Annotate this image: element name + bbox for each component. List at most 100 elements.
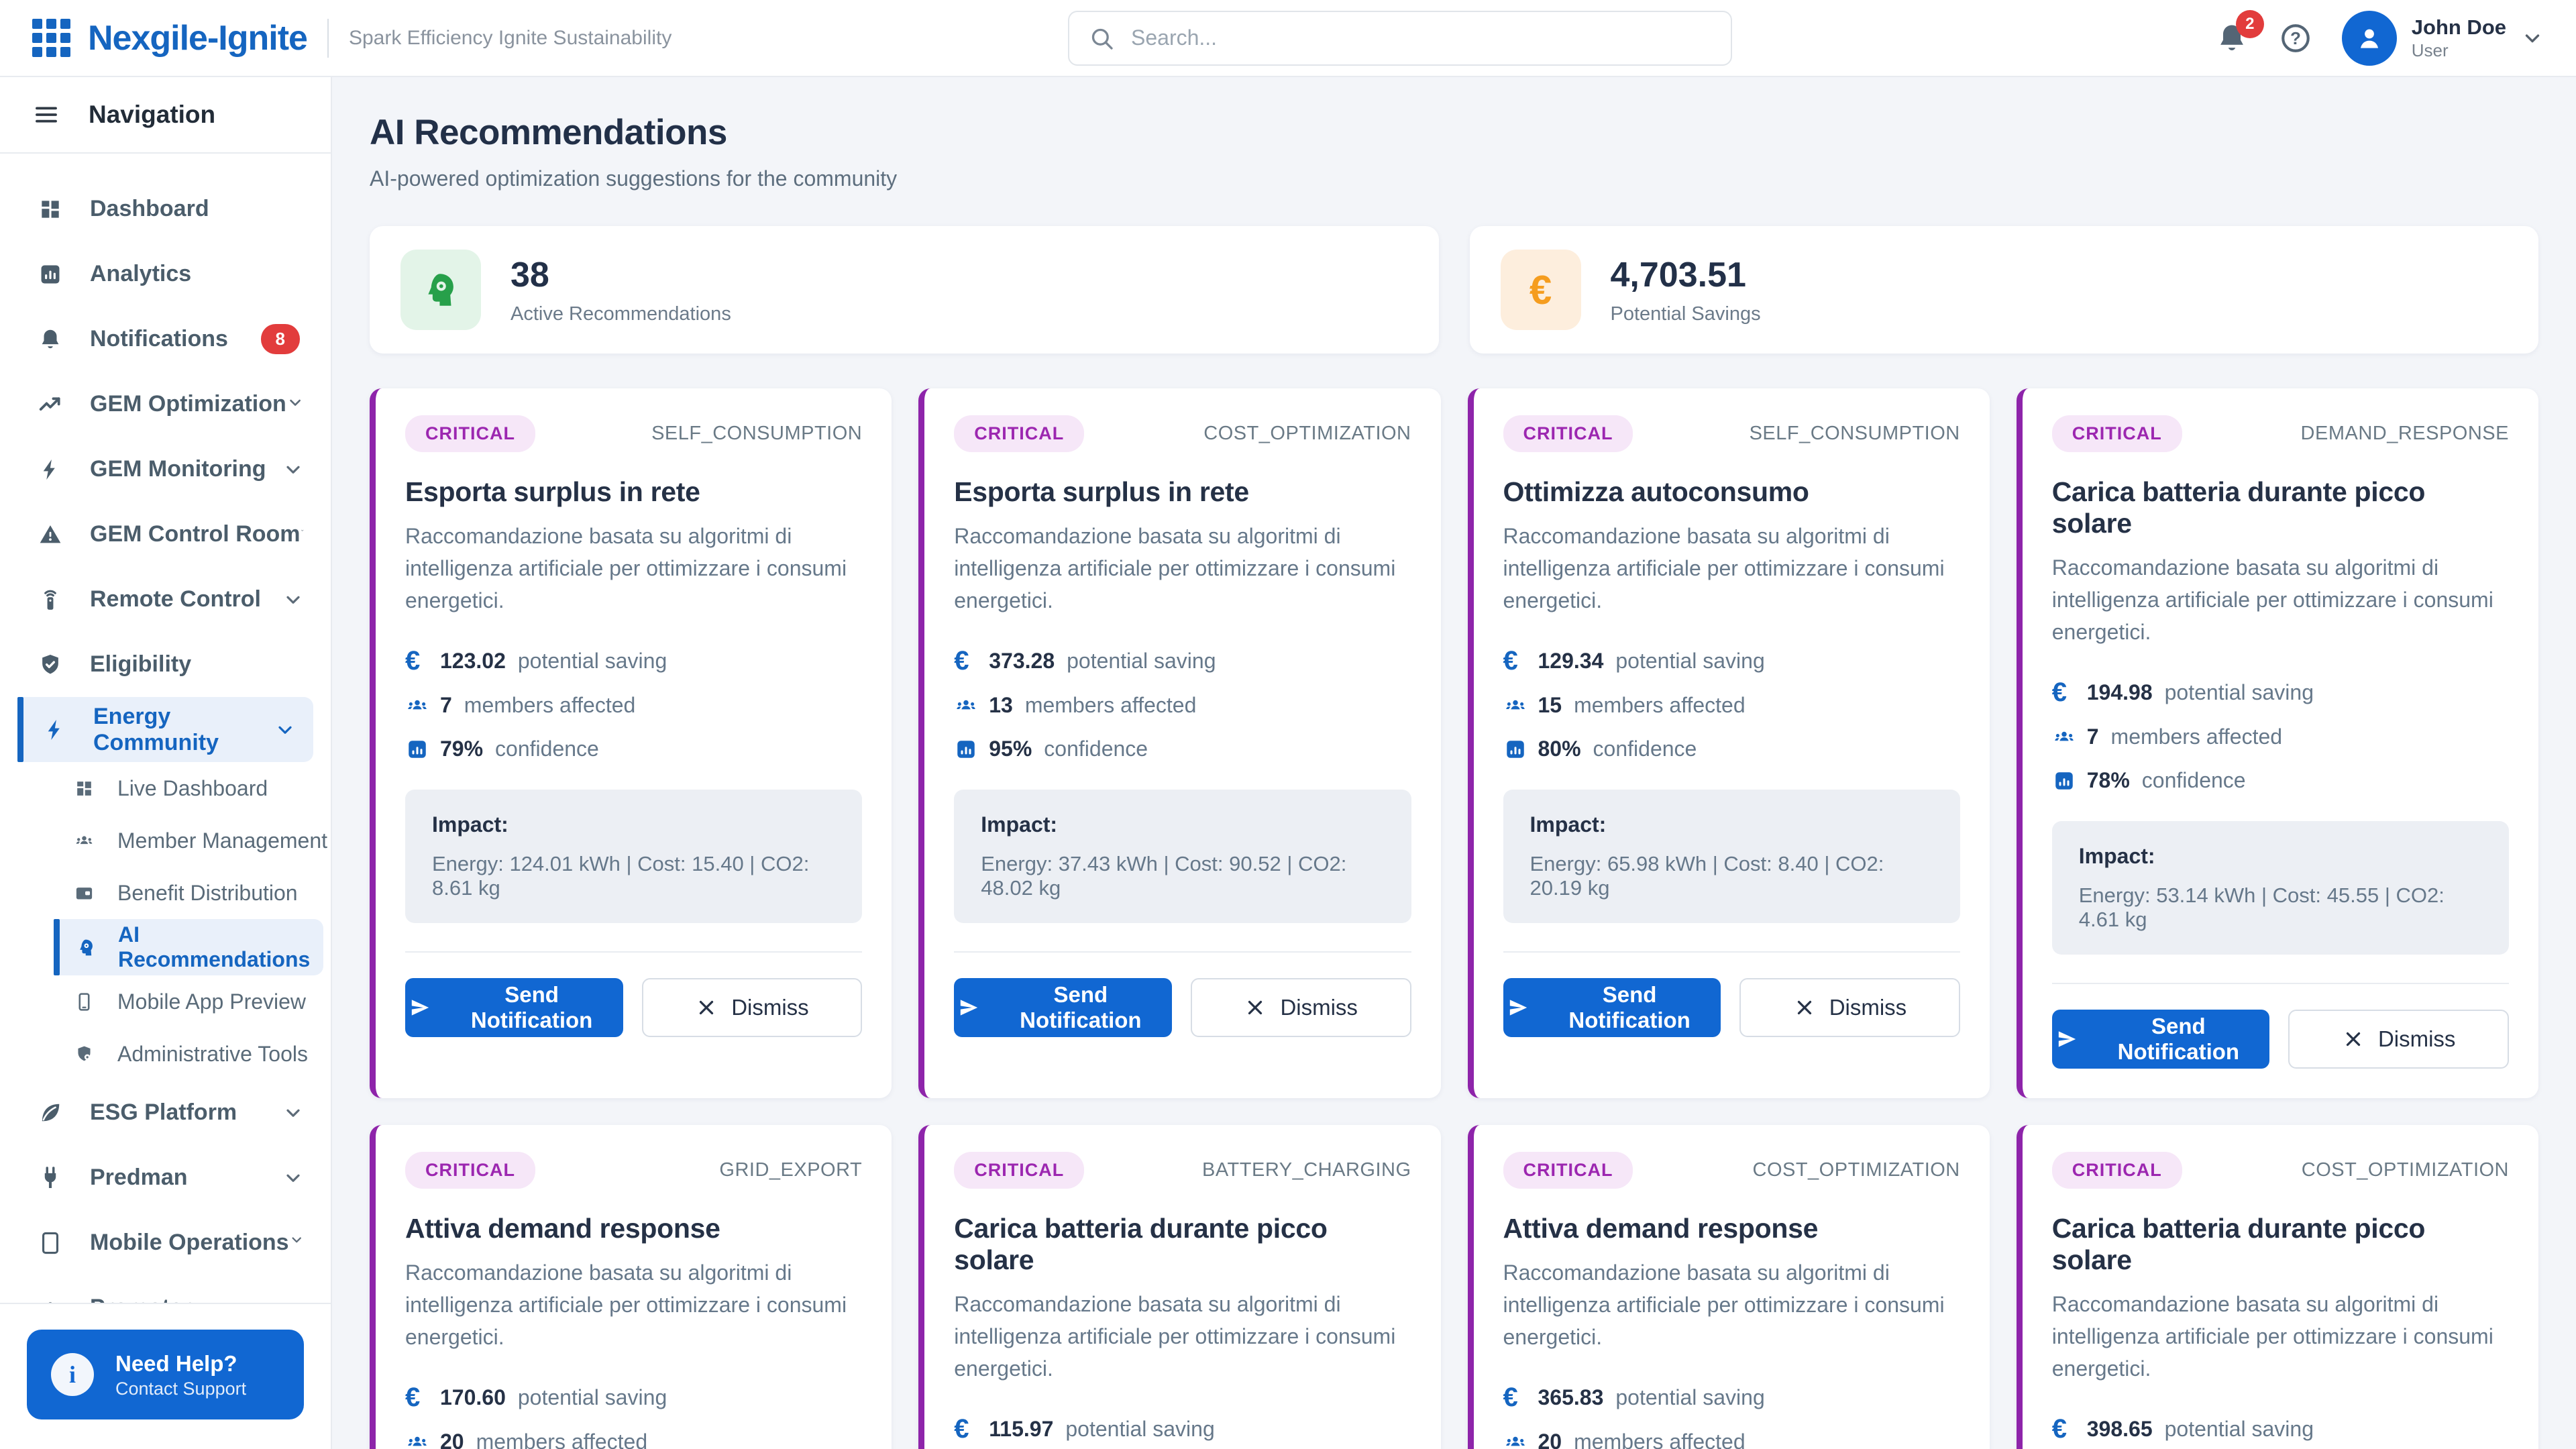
search-box[interactable] [1068, 11, 1732, 66]
recommendation-card: CRITICAL DEMAND_RESPONSE Carica batteria… [2017, 388, 2538, 1098]
saving-value: 365.83 [1538, 1385, 1604, 1410]
sidebar-subitem-label: Benefit Distribution [117, 881, 298, 906]
people-icon [954, 694, 978, 718]
bolt-icon [38, 457, 63, 482]
sidebar-item-eligibility[interactable]: Eligibility [0, 632, 331, 697]
sidebar-subitem-ai-recommendations[interactable]: AI Recommendations [54, 919, 313, 975]
members-label: members affected [1574, 693, 1746, 718]
sidebar-item-promoter[interactable]: Promoter [0, 1275, 331, 1303]
chevron-icon [282, 1167, 304, 1189]
sidebar-item-esg-platform[interactable]: ESG Platform [0, 1080, 331, 1145]
sidebar-item-predman[interactable]: Predman [0, 1145, 331, 1210]
user-menu[interactable]: John Doe User [2342, 11, 2544, 66]
send-icon [1507, 996, 1529, 1019]
members-affected-row: 15 members affected [1503, 693, 1960, 718]
confidence-value: 78% [2087, 768, 2130, 793]
send-notification-label: Send Notification [445, 982, 619, 1033]
saving-label: potential saving [1065, 1417, 1214, 1442]
plug-icon [38, 1165, 63, 1191]
sidebar-item-remote-control[interactable]: Remote Control [0, 567, 331, 632]
user-role: User [2412, 40, 2506, 61]
people-icon [1503, 694, 1527, 718]
sidebar-item-gem-monitoring[interactable]: GEM Monitoring [0, 437, 331, 502]
chevron-down-icon [2521, 27, 2544, 50]
bell-icon [38, 327, 63, 352]
category-label: COST_OPTIMIZATION [2302, 1159, 2509, 1181]
sidebar-item-gem-optimization[interactable]: GEM Optimization [0, 372, 331, 437]
dismiss-button[interactable]: Dismiss [1191, 978, 1411, 1037]
send-notification-button[interactable]: Send Notification [2052, 1010, 2270, 1069]
menu-icon[interactable] [32, 101, 60, 129]
confidence-row: 79% confidence [405, 737, 862, 761]
confidence-value: 95% [989, 737, 1032, 761]
chevron-icon [274, 719, 296, 741]
contact-support-button[interactable]: i Need Help? Contact Support [27, 1330, 304, 1419]
sidebar-item-notifications[interactable]: Notifications 8 [0, 307, 331, 372]
search-input[interactable] [1130, 25, 1712, 51]
saving-label: potential saving [1615, 649, 1764, 674]
help-card-subtitle: Contact Support [115, 1379, 246, 1399]
send-notification-label: Send Notification [1542, 982, 1717, 1033]
sidebar-item-mobile-operations[interactable]: Mobile Operations [0, 1210, 331, 1275]
sidebar-item-label: ESG Platform [90, 1099, 282, 1126]
sidebar-item-analytics[interactable]: Analytics [0, 241, 331, 307]
help-icon: ? [2279, 21, 2312, 55]
sidebar-item-gem-control-room[interactable]: GEM Control Room [0, 502, 331, 567]
severity-badge: CRITICAL [405, 1152, 535, 1189]
dismiss-label: Dismiss [2378, 1026, 2455, 1052]
sidebar-subitem-member-management[interactable]: Member Management [0, 814, 331, 867]
send-notification-button[interactable]: Send Notification [405, 978, 623, 1037]
send-icon [2056, 1028, 2078, 1051]
saving-label: potential saving [2165, 1417, 2314, 1442]
help-button[interactable]: ? [2279, 21, 2312, 55]
remote-icon [38, 587, 63, 612]
confidence-value: 79% [440, 737, 483, 761]
severity-badge: CRITICAL [1503, 1152, 1633, 1189]
send-notification-button[interactable]: Send Notification [954, 978, 1172, 1037]
bars-icon [1503, 737, 1527, 761]
sidebar-subitem-benefit-distribution[interactable]: Benefit Distribution [0, 867, 331, 919]
people-icon [38, 1295, 63, 1303]
saving-label: potential saving [2165, 680, 2314, 705]
phone-icon [74, 991, 95, 1012]
sidebar-item-label: Dashboard [90, 196, 304, 222]
notifications-bell-button[interactable]: 2 [2214, 21, 2249, 56]
sidebar-item-dashboard[interactable]: Dashboard [0, 176, 331, 241]
members-label: members affected [2111, 724, 2283, 749]
people-icon [2052, 725, 2076, 749]
potential-saving-row: € 365.83 potential saving [1503, 1384, 1960, 1411]
sidebar-subitem-label: Member Management [117, 828, 327, 853]
category-label: SELF_CONSUMPTION [651, 423, 862, 445]
category-label: DEMAND_RESPONSE [2301, 423, 2509, 445]
chevron-icon [282, 459, 304, 480]
sidebar-item-energy-community[interactable]: Energy Community [17, 697, 313, 762]
dismiss-button[interactable]: Dismiss [642, 978, 863, 1037]
ai-head-icon [400, 250, 481, 330]
saving-value: 194.98 [2087, 680, 2153, 705]
sidebar-subitem-administrative-tools[interactable]: Administrative Tools [0, 1028, 331, 1080]
people-icon [74, 830, 95, 851]
recommendation-card: CRITICAL BATTERY_CHARGING Carica batteri… [918, 1125, 1440, 1449]
bolt-icon [42, 717, 68, 743]
impact-box: Impact: Energy: 53.14 kWh | Cost: 45.55 … [2052, 821, 2509, 955]
members-value: 20 [440, 1430, 464, 1449]
bars-icon [954, 737, 978, 761]
saving-label: potential saving [518, 649, 667, 674]
send-notification-button[interactable]: Send Notification [1503, 978, 1721, 1037]
euro-icon: € [954, 647, 969, 674]
active-indicator [17, 697, 23, 762]
chevron-icon [282, 1102, 304, 1124]
card-title: Ottimizza autoconsumo [1503, 476, 1960, 508]
dismiss-button[interactable]: Dismiss [2288, 1010, 2509, 1069]
sidebar-subitem-live-dashboard[interactable]: Live Dashboard [0, 762, 331, 814]
app-header: Nexgile-Ignite Spark Efficiency Ignite S… [0, 0, 2576, 77]
severity-badge: CRITICAL [2052, 1152, 2182, 1189]
app-tagline: Spark Efficiency Ignite Sustainability [349, 27, 672, 50]
members-affected-row: 7 members affected [2052, 724, 2509, 749]
chevron-icon [301, 529, 304, 532]
card-description: Raccomandazione basata su algoritmi di i… [954, 1288, 1411, 1385]
stats-row: 38 Active Recommendations € 4,703.51 Pot… [370, 226, 2538, 354]
dismiss-button[interactable]: Dismiss [1739, 978, 1960, 1037]
members-label: members affected [476, 1430, 648, 1449]
sidebar-subitem-mobile-app-preview[interactable]: Mobile App Preview [0, 975, 331, 1028]
